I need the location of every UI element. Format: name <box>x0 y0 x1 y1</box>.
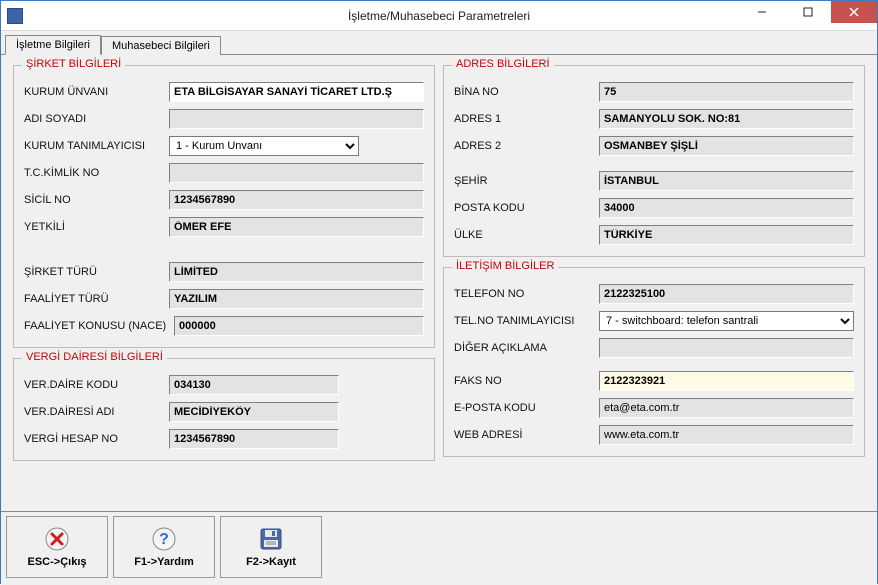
lbl-yetkili: YETKİLİ <box>24 221 169 233</box>
input-diger-aciklama[interactable] <box>599 338 854 358</box>
lbl-adres1: ADRES 1 <box>454 113 599 125</box>
lbl-ulke: ÜLKE <box>454 229 599 241</box>
help-circle-icon: ? <box>151 526 177 552</box>
lbl-web-adresi: WEB ADRESİ <box>454 429 599 441</box>
lbl-adres2: ADRES 2 <box>454 140 599 152</box>
input-sehir[interactable] <box>599 171 854 191</box>
window-titlebar: İşletme/Muhasebeci Parametreleri <box>1 1 877 31</box>
lbl-sehir: ŞEHİR <box>454 175 599 187</box>
lbl-faks-no: FAKS NO <box>454 375 599 387</box>
legend-adres: ADRES BİLGİLERİ <box>452 58 554 70</box>
lbl-sicil-no: SİCİL NO <box>24 194 169 206</box>
lbl-kurum-tanimlayicisi: KURUM TANIMLAYICISI <box>24 140 169 152</box>
lbl-ver-dairesi-adi: VER.DAİRESİ ADI <box>24 406 169 418</box>
group-adres-bilgileri: ADRES BİLGİLERİ BİNA NO ADRES 1 ADRES 2 … <box>443 65 865 257</box>
tab-isletme-bilgileri[interactable]: İşletme Bilgileri <box>5 35 101 55</box>
f1-help-button[interactable]: ? F1->Yardım <box>113 516 215 578</box>
lbl-posta-kodu: POSTA KODU <box>454 202 599 214</box>
input-adi-soyadi[interactable] <box>169 109 424 129</box>
input-telefon-no[interactable] <box>599 284 854 304</box>
app-icon <box>7 8 23 24</box>
lbl-faaliyet-turu: FAALİYET TÜRÜ <box>24 293 169 305</box>
select-tel-no-tanimlayicisi[interactable]: 7 - switchboard: telefon santrali <box>599 311 854 331</box>
input-tc-kimlik-no[interactable] <box>169 163 424 183</box>
lbl-sirket-turu: ŞİRKET TÜRÜ <box>24 266 169 278</box>
lbl-diger-aciklama: DİĞER AÇIKLAMA <box>454 342 599 354</box>
input-faks-no[interactable] <box>599 371 854 391</box>
group-vergi-dairesi: VERGİ DAİRESİ BİLGİLERİ VER.DAİRE KODU V… <box>13 358 435 461</box>
input-bina-no[interactable] <box>599 82 854 102</box>
f2-save-button[interactable]: F2->Kayıt <box>220 516 322 578</box>
legend-vergi: VERGİ DAİRESİ BİLGİLERİ <box>22 351 167 363</box>
input-posta-kodu[interactable] <box>599 198 854 218</box>
input-eposta-kodu[interactable] <box>599 398 854 418</box>
window-maximize-button[interactable] <box>785 1 831 23</box>
lbl-kurum-unvani: KURUM ÜNVANI <box>24 86 169 98</box>
input-yetkili[interactable] <box>169 217 424 237</box>
f2-label: F2->Kayıt <box>246 556 296 568</box>
input-sirket-turu[interactable] <box>169 262 424 282</box>
select-kurum-tanimlayicisi[interactable]: 1 - Kurum Unvanı <box>169 136 359 156</box>
lbl-adi-soyadi: ADI SOYADI <box>24 113 169 125</box>
save-floppy-icon <box>258 526 284 552</box>
lbl-telefon-no: TELEFON NO <box>454 288 599 300</box>
input-vergi-hesap-no[interactable] <box>169 429 339 449</box>
lbl-ver-daire-kodu: VER.DAİRE KODU <box>24 379 169 391</box>
bottom-toolbar: ESC->Çıkış ? F1->Yardım F2->Kayıt <box>1 511 877 585</box>
window-close-button[interactable] <box>831 1 877 23</box>
input-adres1[interactable] <box>599 109 854 129</box>
lbl-vergi-hesap-no: VERGİ HESAP NO <box>24 433 169 445</box>
svg-text:?: ? <box>159 531 169 548</box>
lbl-bina-no: BİNA NO <box>454 86 599 98</box>
group-iletisim-bilgiler: İLETİŞİM BİLGİLER TELEFON NO TEL.NO TANI… <box>443 267 865 457</box>
lbl-faaliyet-konusu: FAALİYET KONUSU (NACE) <box>24 320 174 332</box>
input-faaliyet-turu[interactable] <box>169 289 424 309</box>
input-sicil-no[interactable] <box>169 190 424 210</box>
input-web-adresi[interactable] <box>599 425 854 445</box>
input-ulke[interactable] <box>599 225 854 245</box>
f1-label: F1->Yardım <box>134 556 194 568</box>
input-faaliyet-konusu[interactable] <box>174 316 424 336</box>
group-sirket-bilgileri: ŞİRKET BİLGİLERİ KURUM ÜNVANI ADI SOYADI… <box>13 65 435 348</box>
tab-muhasebeci-bilgileri[interactable]: Muhasebeci Bilgileri <box>101 36 221 55</box>
lbl-tel-no-tanimlayicisi: TEL.NO TANIMLAYICISI <box>454 315 599 327</box>
esc-exit-button[interactable]: ESC->Çıkış <box>6 516 108 578</box>
legend-iletisim: İLETİŞİM BİLGİLER <box>452 260 558 272</box>
lbl-eposta-kodu: E-POSTA KODU <box>454 402 599 414</box>
tab-content: ŞİRKET BİLGİLERİ KURUM ÜNVANI ADI SOYADI… <box>1 55 877 511</box>
close-circle-icon <box>44 526 70 552</box>
input-ver-daire-kodu[interactable] <box>169 375 339 395</box>
window-minimize-button[interactable] <box>739 1 785 23</box>
lbl-tc-kimlik-no: T.C.KİMLİK NO <box>24 167 169 179</box>
input-ver-dairesi-adi[interactable] <box>169 402 339 422</box>
tab-bar: İşletme Bilgileri Muhasebeci Bilgileri <box>1 31 877 55</box>
input-adres2[interactable] <box>599 136 854 156</box>
legend-sirket: ŞİRKET BİLGİLERİ <box>22 58 125 70</box>
esc-label: ESC->Çıkış <box>28 556 87 568</box>
input-kurum-unvani[interactable] <box>169 82 424 102</box>
